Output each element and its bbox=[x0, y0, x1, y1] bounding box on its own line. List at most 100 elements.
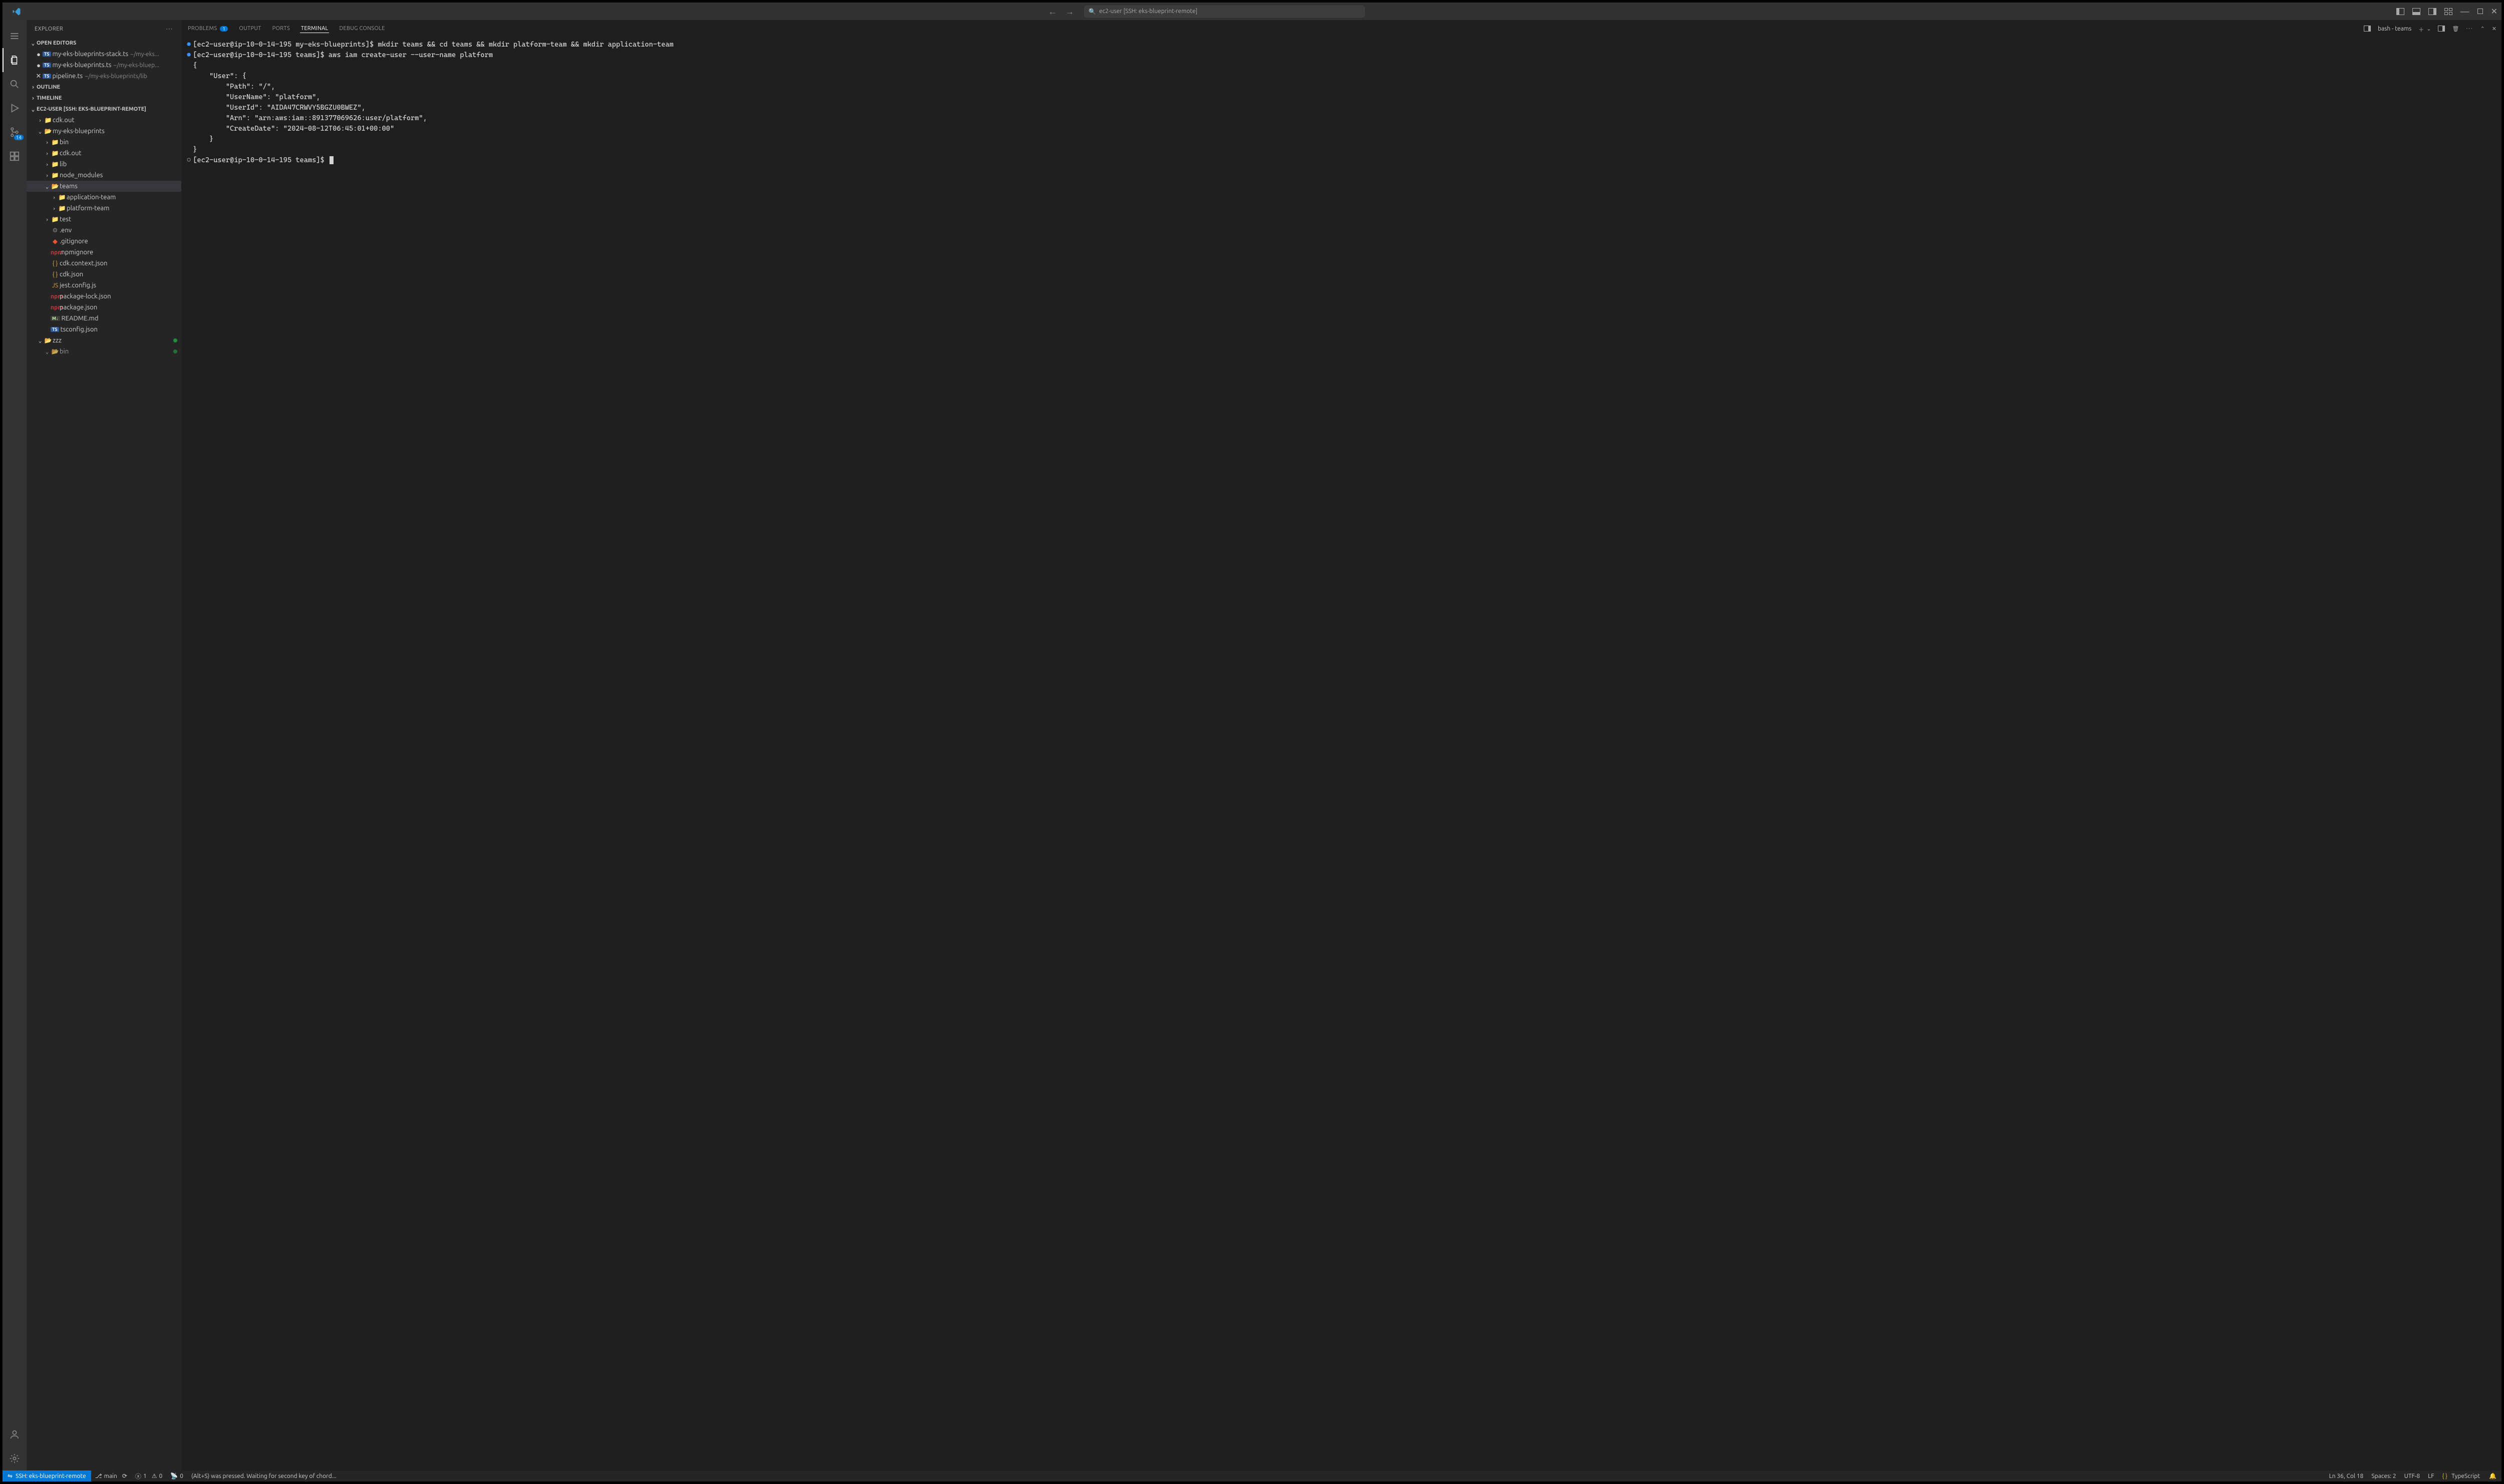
activity-explorer-icon[interactable] bbox=[3, 48, 27, 72]
tab-ports[interactable]: PORTS bbox=[271, 26, 291, 32]
tree-item[interactable]: ›📁cdk.out bbox=[27, 148, 181, 159]
tree-item[interactable]: ⌄📂bin bbox=[27, 346, 181, 357]
typescript-file-icon: TS bbox=[43, 52, 51, 57]
json-icon: { } bbox=[51, 260, 60, 267]
status-language[interactable]: { }TypeScript bbox=[2438, 1473, 2484, 1479]
status-spaces[interactable]: Spaces: 2 bbox=[2367, 1473, 2400, 1479]
tree-item[interactable]: { }cdk.json bbox=[27, 269, 181, 280]
close-panel-icon[interactable]: ✕ bbox=[2492, 26, 2496, 32]
chevron-down-icon[interactable]: ⌄ bbox=[37, 128, 44, 135]
status-eol[interactable]: LF bbox=[2424, 1473, 2438, 1479]
chevron-right-icon[interactable]: › bbox=[51, 205, 58, 212]
folder-icon: 📁 bbox=[51, 161, 60, 168]
close-editor-icon[interactable]: ✕ bbox=[35, 73, 43, 80]
tree-item[interactable]: ⌄📂my-eks-blueprints bbox=[27, 126, 181, 137]
split-terminal-icon[interactable] bbox=[2438, 26, 2445, 32]
customize-layout-icon[interactable] bbox=[2444, 8, 2452, 15]
status-problems[interactable]: ⓧ1 ⚠0 bbox=[131, 1472, 166, 1480]
chevron-right-icon[interactable]: › bbox=[44, 150, 51, 157]
status-ports[interactable]: 📡0 bbox=[166, 1472, 187, 1479]
chevron-down-icon[interactable]: ⌄ bbox=[44, 348, 51, 355]
window-minimize-icon[interactable]: — bbox=[2460, 7, 2469, 17]
activity-settings-icon[interactable] bbox=[3, 1446, 27, 1470]
status-encoding[interactable]: UTF-8 bbox=[2400, 1473, 2424, 1479]
tree-item-label: package-lock.json bbox=[60, 293, 111, 300]
open-editors-header[interactable]: ⌄ OPEN EDITORS bbox=[27, 38, 181, 49]
maximize-panel-icon[interactable]: ⌃ bbox=[2480, 26, 2485, 32]
nav-forward-icon[interactable]: → bbox=[1065, 7, 1074, 16]
outline-header[interactable]: › OUTLINE bbox=[27, 82, 181, 93]
tree-item[interactable]: M↓README.md bbox=[27, 313, 181, 324]
open-editor-item[interactable]: ✕TSpipeline.ts~/my-eks-blueprints/lib bbox=[27, 71, 181, 82]
tree-item[interactable]: ⌄📂zzz bbox=[27, 335, 181, 346]
terminal-profile-icon[interactable] bbox=[2364, 26, 2371, 32]
notifications-icon[interactable]: 🔔 bbox=[2484, 1472, 2501, 1479]
tree-item[interactable]: ⚙.env bbox=[27, 225, 181, 236]
status-message: (Alt+S) was pressed. Waiting for second … bbox=[187, 1473, 341, 1479]
tree-item[interactable]: ›📁lib bbox=[27, 159, 181, 170]
sync-icon: ⟳ bbox=[122, 1472, 127, 1479]
tree-item[interactable]: npm.npmignore bbox=[27, 247, 181, 258]
explorer-more-icon[interactable]: ··· bbox=[166, 26, 173, 32]
chevron-right-icon[interactable]: › bbox=[44, 161, 51, 168]
activity-accounts-icon[interactable] bbox=[3, 1422, 27, 1446]
chevron-right-icon[interactable]: › bbox=[51, 194, 58, 201]
chevron-right-icon[interactable]: › bbox=[44, 216, 51, 223]
activity-extensions-icon[interactable] bbox=[3, 144, 27, 168]
kill-terminal-icon[interactable]: 🗑 bbox=[2452, 26, 2459, 32]
open-editor-item[interactable]: ●TSmy-eks-blueprints-stack.ts~/my-eks... bbox=[27, 49, 181, 60]
problems-badge: 1 bbox=[220, 26, 228, 32]
tree-item[interactable]: ›📁cdk.out bbox=[27, 115, 181, 126]
window-maximize-icon[interactable] bbox=[2477, 9, 2483, 14]
terminal-name[interactable]: bash - teams bbox=[2378, 26, 2411, 32]
tab-problems[interactable]: PROBLEMS 1 bbox=[187, 26, 229, 32]
chevron-right-icon: › bbox=[30, 84, 37, 91]
toggle-panel-icon[interactable] bbox=[2412, 8, 2420, 15]
tree-item-label: bin bbox=[60, 348, 69, 355]
window-close-icon[interactable]: ✕ bbox=[2491, 7, 2497, 16]
tree-item[interactable]: ›📁node_modules bbox=[27, 170, 181, 181]
activity-menu-icon[interactable] bbox=[3, 24, 27, 48]
tree-item[interactable]: JSjest.config.js bbox=[27, 280, 181, 291]
tree-item[interactable]: TStsconfig.json bbox=[27, 324, 181, 335]
chevron-down-icon[interactable]: ⌄ bbox=[44, 183, 51, 190]
markdown-icon: M↓ bbox=[51, 316, 60, 321]
chevron-right-icon[interactable]: › bbox=[44, 139, 51, 146]
tree-item[interactable]: npmpackage.json bbox=[27, 302, 181, 313]
nav-back-icon[interactable]: ← bbox=[1048, 7, 1057, 16]
tree-item[interactable]: ›📁platform-team bbox=[27, 203, 181, 214]
tab-debug-console[interactable]: DEBUG CONSOLE bbox=[338, 26, 386, 32]
file-tree[interactable]: ›📁cdk.out⌄📂my-eks-blueprints›📁bin›📁cdk.o… bbox=[27, 115, 181, 1470]
activity-source-control-icon[interactable]: 14 bbox=[3, 120, 27, 144]
tree-item[interactable]: ›📁test bbox=[27, 214, 181, 225]
open-editor-item[interactable]: ●TSmy-eks-blueprints.ts~/my-eks-bluep... bbox=[27, 60, 181, 71]
open-editor-path: ~/my-eks-bluep... bbox=[113, 62, 159, 69]
editor-area: PROBLEMS 1 OUTPUT PORTS TERMINAL DEBUG C… bbox=[182, 20, 2501, 1470]
activity-run-debug-icon[interactable] bbox=[3, 96, 27, 120]
tree-item[interactable]: ⌄📂teams bbox=[27, 181, 181, 192]
panel-more-icon[interactable]: ··· bbox=[2466, 26, 2473, 32]
chevron-right-icon[interactable]: › bbox=[37, 117, 44, 124]
tree-item[interactable]: { }cdk.context.json bbox=[27, 258, 181, 269]
toggle-secondary-sidebar-icon[interactable] bbox=[2428, 8, 2436, 15]
folder-icon: 📂 bbox=[51, 183, 60, 190]
toggle-primary-sidebar-icon[interactable] bbox=[2396, 8, 2404, 15]
activity-search-icon[interactable] bbox=[3, 72, 27, 96]
terminal[interactable]: ●[ec2-user@ip-10-0-14-195 my-eks-bluepri… bbox=[182, 38, 2501, 1470]
tree-item[interactable]: ›📁application-team bbox=[27, 192, 181, 203]
json-icon: { } bbox=[51, 271, 60, 278]
status-branch[interactable]: ⎇ main ⟳ bbox=[91, 1472, 131, 1479]
tab-output[interactable]: OUTPUT bbox=[238, 26, 262, 32]
tree-item[interactable]: ›📁bin bbox=[27, 137, 181, 148]
tree-item[interactable]: ◆.gitignore bbox=[27, 236, 181, 247]
status-cursor[interactable]: Ln 36, Col 18 bbox=[2325, 1473, 2368, 1479]
command-center[interactable]: 🔍 ec2-user [SSH: eks-blueprint-remote] bbox=[1084, 6, 1365, 18]
tree-item[interactable]: npmpackage-lock.json bbox=[27, 291, 181, 302]
new-terminal-dropdown-icon[interactable]: ＋⌄ bbox=[2418, 26, 2431, 32]
tab-terminal[interactable]: TERMINAL bbox=[300, 26, 330, 33]
timeline-header[interactable]: › TIMELINE bbox=[27, 93, 181, 104]
chevron-right-icon[interactable]: › bbox=[44, 172, 51, 179]
remote-indicator[interactable]: ⇋ SSH: eks-blueprint-remote bbox=[3, 1470, 91, 1481]
workspace-header[interactable]: ⌄ EC2-USER [SSH: EKS-BLUEPRINT-REMOTE] bbox=[27, 104, 181, 115]
chevron-down-icon[interactable]: ⌄ bbox=[37, 337, 44, 344]
